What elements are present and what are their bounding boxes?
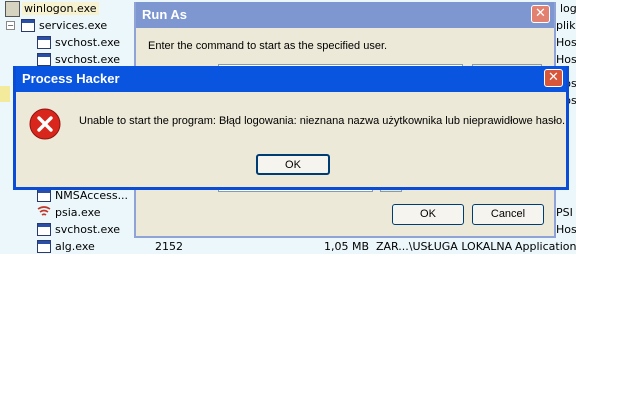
process-description: Host [556,36,576,49]
window-icon [37,240,51,253]
process-name: svchost.exe [55,53,121,66]
error-x-icon [29,108,61,140]
process-name: psia.exe [55,206,101,219]
selection-highlight [0,86,10,102]
process-name: alg.exe [55,240,95,253]
process-description: plik [556,19,576,32]
window-icon [37,189,51,202]
ok-button[interactable]: OK [256,154,330,175]
process-description: Host [556,53,576,66]
signal-icon [37,206,51,216]
process-name: winlogon.exe [22,2,99,15]
close-icon[interactable]: ✕ [544,69,563,87]
error-titlebar[interactable]: Process Hacker ✕ [16,66,566,92]
collapse-icon[interactable]: − [6,21,15,30]
process-name: NMSAccess... [55,189,129,202]
process-description: Host [556,223,576,236]
run-as-titlebar[interactable]: Run As ✕ [136,2,554,28]
run-as-prompt: Enter the command to start as the specif… [148,40,388,52]
process-name: svchost.exe [55,36,121,49]
error-title: Process Hacker [22,71,120,86]
tree-row-alg[interactable]: alg.exe 2152 1,05 MB ZAR...\USŁUGA LOKAL… [0,238,576,254]
process-description: log [560,2,576,15]
window-icon [37,36,51,49]
process-user: ZAR...\USŁUGA LOKALNA [376,240,513,253]
cancel-button[interactable]: Cancel [472,204,544,225]
window-icon [21,19,35,32]
process-name: services.exe [39,19,108,32]
error-dialog[interactable]: Process Hacker ✕ Unable to start the pro… [13,66,569,190]
close-icon[interactable]: ✕ [531,5,550,23]
window-icon [37,53,51,66]
error-message: Unable to start the program: Błąd logowa… [79,115,566,127]
run-as-title: Run As [142,7,188,22]
process-pid: 2152 [155,240,183,253]
winlogon-icon [5,1,20,17]
window-icon [37,223,51,236]
process-name: svchost.exe [55,223,121,236]
process-description: Application L [515,240,576,253]
ok-button[interactable]: OK [392,204,464,225]
process-description: PSI [556,206,573,219]
process-memory: 1,05 MB [324,240,370,253]
